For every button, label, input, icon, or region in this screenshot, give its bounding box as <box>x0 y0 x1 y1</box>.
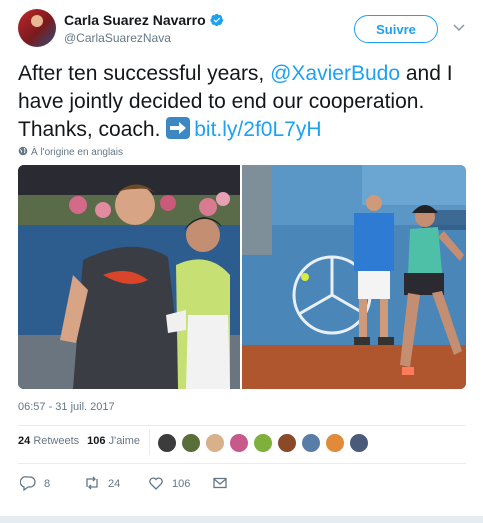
retweet-button[interactable]: 24 <box>84 475 120 495</box>
translation-label[interactable]: À l'origine en anglais <box>31 147 123 158</box>
reply-button[interactable]: 8 <box>19 475 51 495</box>
reply-count: 8 <box>44 478 51 490</box>
liker-avatar[interactable] <box>181 433 201 453</box>
translation-note[interactable]: À l'origine en anglais <box>18 146 123 158</box>
engagement-stats: 24 Retweets 106 J'aime <box>18 435 140 447</box>
retweets-label[interactable]: Retweets <box>33 435 79 447</box>
tweet-photo-court[interactable] <box>242 165 466 389</box>
photo-coach-image <box>18 165 240 389</box>
liker-avatar[interactable] <box>157 433 177 453</box>
verified-badge-icon <box>210 13 223 27</box>
liker-avatar[interactable] <box>301 433 321 453</box>
reply-icon <box>19 476 36 492</box>
stats-separator <box>149 429 150 455</box>
display-name-text[interactable]: Carla Suarez Navarro <box>64 12 206 28</box>
tweet-header: Carla Suarez Navarro @CarlaSuarezNava Su… <box>0 0 483 60</box>
user-handle[interactable]: @CarlaSuarezNava <box>64 31 171 45</box>
likes-count[interactable]: 106 <box>87 435 105 447</box>
liker-avatar[interactable] <box>205 433 225 453</box>
liker-avatar[interactable] <box>229 433 249 453</box>
tweet-photo-coach[interactable] <box>18 165 240 389</box>
envelope-icon <box>213 477 227 489</box>
liker-avatar[interactable] <box>349 433 369 453</box>
like-count: 106 <box>172 478 191 490</box>
tweet-actions: 8 24 106 <box>18 475 318 495</box>
divider <box>18 425 466 426</box>
liker-avatar[interactable] <box>253 433 273 453</box>
heart-icon <box>149 477 163 490</box>
display-name[interactable]: Carla Suarez Navarro <box>64 12 224 28</box>
avatar[interactable] <box>18 9 56 47</box>
tweet-link[interactable]: bit.ly/2f0L7yH <box>194 118 321 141</box>
bottom-border <box>0 516 483 523</box>
photo-court-image <box>242 165 466 389</box>
tweet-text-part1: After ten successful years, <box>18 62 271 85</box>
likes-label[interactable]: J'aime <box>109 435 140 447</box>
retweet-count: 24 <box>108 478 121 490</box>
mention-link[interactable]: @XavierBudo <box>270 62 400 85</box>
tweet-timestamp[interactable]: 06:57 - 31 juil. 2017 <box>18 401 115 413</box>
right-arrow-icon <box>166 117 191 139</box>
chevron-down-icon[interactable] <box>452 20 466 34</box>
divider <box>18 463 466 464</box>
liker-avatar[interactable] <box>325 433 345 453</box>
like-button[interactable]: 106 <box>148 475 190 495</box>
liker-avatar[interactable] <box>277 433 297 453</box>
globe-icon <box>18 146 28 156</box>
follow-button[interactable]: Suivre <box>354 15 438 43</box>
retweets-count[interactable]: 24 <box>18 435 30 447</box>
tweet-text: After ten successful years, @XavierBudo … <box>18 60 473 144</box>
retweet-icon <box>86 476 98 490</box>
direct-message-button[interactable] <box>212 475 236 495</box>
